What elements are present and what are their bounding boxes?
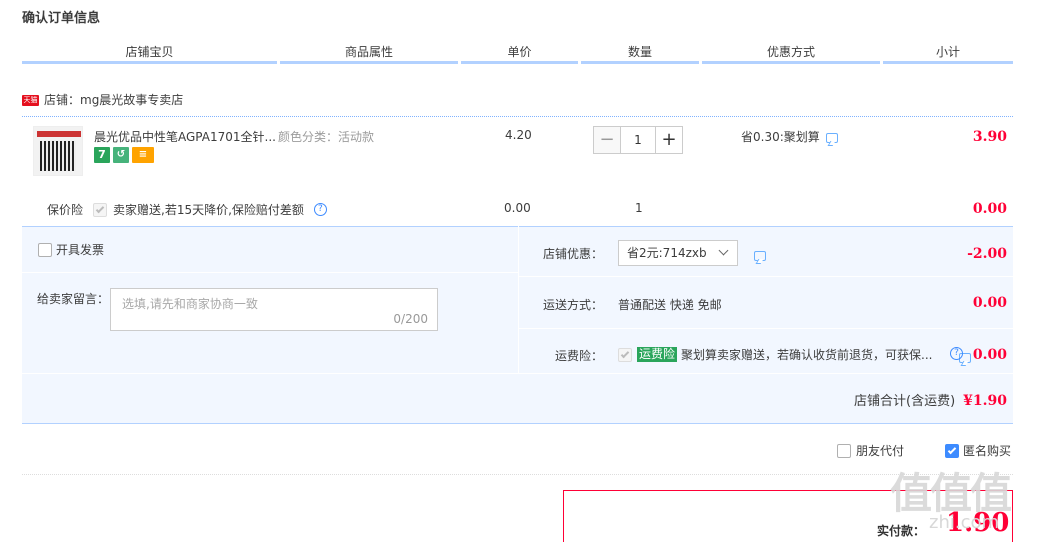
tmall-icon: 天猫 xyxy=(22,94,39,106)
shop-total: 店铺合计(含运费) ¥1.90 xyxy=(854,390,1007,409)
insurance-checkbox[interactable] xyxy=(93,202,107,217)
anonymous-checkbox[interactable] xyxy=(945,443,959,458)
shipping-insurance-checkbox[interactable] xyxy=(618,347,632,362)
table-header: 店铺宝贝 商品属性 单价 数量 优惠方式 小计 xyxy=(22,44,1013,64)
col-header-qty: 数量 xyxy=(581,44,699,64)
product-thumbnail[interactable] xyxy=(33,126,83,176)
service-badges: 7 ↺ ≡ xyxy=(94,147,154,163)
divider xyxy=(22,272,518,273)
divider xyxy=(518,328,1013,329)
anonymous-option[interactable]: 匿名购买 xyxy=(945,442,1011,459)
increase-button[interactable]: + xyxy=(655,126,683,154)
invoice-label: 开具发票 xyxy=(56,243,105,257)
shipping-insurance-option: 运费险 聚划算卖家赠送，若确认收货前退货，可获保... xyxy=(618,346,933,363)
shop-discount-select[interactable]: 省2元:714zxb xyxy=(618,240,738,266)
unit-price: 4.20 xyxy=(505,128,532,142)
quantity-input[interactable]: 1 xyxy=(621,126,655,154)
memo-placeholder: 选填,请先和商家协商一致 xyxy=(122,297,258,311)
divider xyxy=(22,474,1013,475)
seven-day-return-icon[interactable]: 7 xyxy=(94,147,110,163)
pay-label: 实付款： xyxy=(877,524,926,538)
quantity-stepper[interactable]: − 1 + xyxy=(593,126,683,154)
col-header-price: 单价 xyxy=(461,44,578,64)
col-header-attr: 商品属性 xyxy=(280,44,458,64)
credit-card-icon[interactable]: ≡ xyxy=(132,147,154,163)
memo-counter: 0/200 xyxy=(393,312,428,326)
memo-textarea[interactable]: 选填,请先和商家协商一致 0/200 xyxy=(110,288,438,331)
shipping-insurance-desc: 聚划算卖家赠送，若确认收货前退货，可获保... xyxy=(681,348,933,362)
decrease-button[interactable]: − xyxy=(593,126,621,154)
product-attribute: 颜色分类：活动款 xyxy=(278,130,375,144)
shop-discount-label: 店铺优惠： xyxy=(543,247,604,261)
shipping-label: 运送方式： xyxy=(543,298,604,312)
shop-line: 天猫 店铺：mg晨光故事专卖店 xyxy=(22,92,183,108)
shipping-amount: 0.00 xyxy=(972,295,1007,311)
help-icon[interactable]: ? xyxy=(313,203,327,216)
chat-icon[interactable] xyxy=(825,132,838,143)
help-icon[interactable]: ? xyxy=(950,347,963,360)
invoice-option[interactable]: 开具发票 xyxy=(38,241,104,258)
col-header-subtotal: 小计 xyxy=(883,44,1013,64)
divider xyxy=(22,373,1013,374)
col-header-item: 店铺宝贝 xyxy=(22,44,277,64)
shipping-insurance-amount: 0.00 xyxy=(972,347,1007,363)
discount-text: 省0.30:聚划算 xyxy=(741,130,820,144)
invoice-checkbox[interactable] xyxy=(38,242,52,257)
divider xyxy=(518,276,1013,277)
insurance-subtotal: 0.00 xyxy=(972,201,1007,217)
memo-label: 给卖家留言： xyxy=(37,292,110,306)
discount-method: 省0.30:聚划算 xyxy=(741,128,838,145)
anonymous-label: 匿名购买 xyxy=(963,444,1012,458)
page-title: 确认订单信息 xyxy=(22,11,101,26)
shipping-insurance-badge: 运费险 xyxy=(637,347,678,362)
shop-total-amount: ¥1.90 xyxy=(963,393,1007,409)
shipping-insurance-label: 运费险： xyxy=(555,349,604,363)
shop-discount-amount: -2.00 xyxy=(967,246,1007,262)
divider xyxy=(22,116,1013,117)
insurance-qty: 1 xyxy=(635,201,643,215)
chevron-down-icon xyxy=(718,245,729,256)
item-subtotal: 3.90 xyxy=(972,129,1007,145)
shop-total-label: 店铺合计(含运费) xyxy=(854,394,956,409)
shipping-value: 普通配送 快递 免邮 xyxy=(618,298,722,312)
insurance-desc: 卖家赠送,若15天降价,保险赔付差额 xyxy=(113,203,304,217)
refund-icon[interactable]: ↺ xyxy=(113,147,129,163)
friend-pay-checkbox[interactable] xyxy=(837,443,851,458)
friend-pay-label: 朋友代付 xyxy=(856,444,905,458)
shop-name[interactable]: 店铺：mg晨光故事专卖店 xyxy=(44,92,183,108)
col-header-discount: 优惠方式 xyxy=(702,44,880,64)
chat-icon[interactable] xyxy=(754,250,766,261)
friend-pay-option[interactable]: 朋友代付 xyxy=(837,442,904,459)
shop-discount-selected: 省2元:714zxb xyxy=(627,246,707,260)
insurance-price: 0.00 xyxy=(504,201,531,215)
product-name[interactable]: 晨光优品中性笔AGPA1701全针... xyxy=(94,128,276,145)
insurance-option: 卖家赠送,若15天降价,保险赔付差额 ? xyxy=(93,201,327,218)
watermark-text: zhi.com xyxy=(929,512,1000,533)
insurance-label: 保价险 xyxy=(47,203,84,217)
divider xyxy=(518,226,519,374)
